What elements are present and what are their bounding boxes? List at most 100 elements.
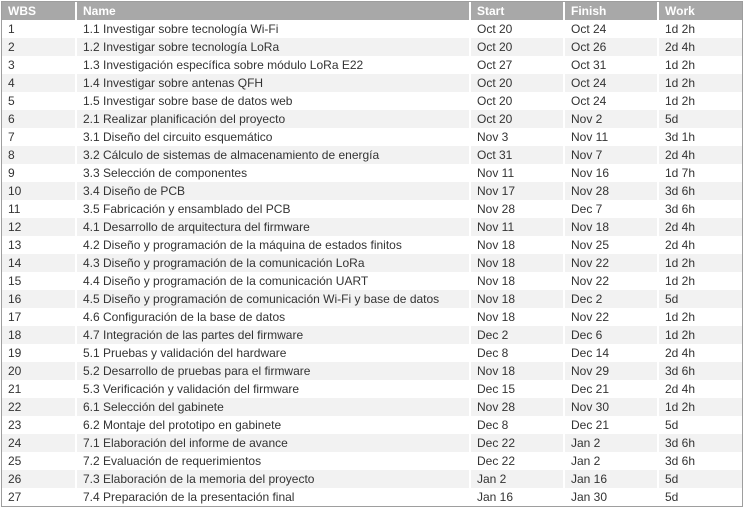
task-wbs-cell: 14 xyxy=(2,254,77,272)
table-row[interactable]: 4 1.4 Investigar sobre antenas QFH Oct 20 O… xyxy=(2,74,742,92)
task-name-cell: 4.3 Diseño y programación de la comunica… xyxy=(76,254,471,272)
table-row[interactable]: 16 4.5 Diseño y programación de comunicac… xyxy=(2,290,742,308)
task-name-cell: 7.2 Evaluación de requerimientos xyxy=(76,452,471,470)
task-start-cell: Nov 18 xyxy=(470,254,565,272)
column-header-start[interactable]: Start xyxy=(470,2,565,20)
table-row[interactable]: 6 2.1 Realizar planificación del proyecto… xyxy=(2,110,742,128)
task-name-cell: 1.1 Investigar sobre tecnología Wi-Fi xyxy=(76,20,471,38)
task-finish-cell: Oct 24 xyxy=(564,20,659,38)
table-row[interactable]: 18 4.7 Integración de las partes del firm… xyxy=(2,326,742,344)
table-row[interactable]: 10 3.4 Diseño de PCB Nov 17 Nov 28 3d 6h xyxy=(2,182,742,200)
task-table: WBS Name Start Finish Work 1 1.1 Investig… xyxy=(2,2,742,506)
task-work-cell: 3d 6h xyxy=(658,362,742,380)
task-name-cell: 1.4 Investigar sobre antenas QFH xyxy=(76,74,471,92)
table-row[interactable]: 11 3.5 Fabricación y ensamblado del PCB No… xyxy=(2,200,742,218)
task-wbs-cell: 11 xyxy=(2,200,77,218)
task-work-cell: 1d 2h xyxy=(658,92,742,110)
column-header-wbs[interactable]: WBS xyxy=(2,2,77,20)
task-start-cell: Nov 18 xyxy=(470,290,565,308)
table-row[interactable]: 17 4.6 Configuración de la base de datos N… xyxy=(2,308,742,326)
task-start-cell: Jan 2 xyxy=(470,470,565,488)
task-work-cell: 2d 4h xyxy=(658,38,742,56)
task-name-cell: 1.2 Investigar sobre tecnología LoRa xyxy=(76,38,471,56)
task-finish-cell: Dec 14 xyxy=(564,344,659,362)
task-wbs-cell: 9 xyxy=(2,164,77,182)
task-start-cell: Nov 18 xyxy=(470,308,565,326)
column-header-name[interactable]: Name xyxy=(76,2,471,20)
task-wbs-cell: 25 xyxy=(2,452,77,470)
column-header-finish[interactable]: Finish xyxy=(564,2,659,20)
task-wbs-cell: 26 xyxy=(2,470,77,488)
task-finish-cell: Dec 21 xyxy=(564,380,659,398)
task-wbs-cell: 12 xyxy=(2,218,77,236)
task-wbs-cell: 13 xyxy=(2,236,77,254)
task-name-cell: 3.5 Fabricación y ensamblado del PCB xyxy=(76,200,471,218)
task-wbs-cell: 22 xyxy=(2,398,77,416)
task-work-cell: 2d 4h xyxy=(658,236,742,254)
table-row[interactable]: 9 3.3 Selección de componentes Nov 11 Nov 1… xyxy=(2,164,742,182)
task-wbs-cell: 16 xyxy=(2,290,77,308)
task-name-cell: 6.2 Montaje del prototipo en gabinete xyxy=(76,416,471,434)
task-finish-cell: Dec 21 xyxy=(564,416,659,434)
task-name-cell: 4.4 Diseño y programación de la comunica… xyxy=(76,272,471,290)
task-finish-cell: Jan 2 xyxy=(564,452,659,470)
table-row[interactable]: 7 3.1 Diseño del circuito esquemático Nov … xyxy=(2,128,742,146)
table-row[interactable]: 27 7.4 Preparación de la presentación fin… xyxy=(2,488,742,506)
task-start-cell: Oct 20 xyxy=(470,20,565,38)
task-work-cell: 3d 6h xyxy=(658,434,742,452)
table-row[interactable]: 20 5.2 Desarrollo de pruebas para el firm… xyxy=(2,362,742,380)
table-row[interactable]: 8 3.2 Cálculo de sistemas de almacenamien… xyxy=(2,146,742,164)
task-finish-cell: Oct 26 xyxy=(564,38,659,56)
task-start-cell: Nov 17 xyxy=(470,182,565,200)
task-start-cell: Jan 16 xyxy=(470,488,565,506)
table-row[interactable]: 25 7.2 Evaluación de requerimientos Dec 22… xyxy=(2,452,742,470)
task-work-cell: 1d 2h xyxy=(658,272,742,290)
table-row[interactable]: 3 1.3 Investigación específica sobre módu… xyxy=(2,56,742,74)
task-work-cell: 2d 4h xyxy=(658,146,742,164)
task-start-cell: Oct 31 xyxy=(470,146,565,164)
task-finish-cell: Nov 18 xyxy=(564,218,659,236)
task-start-cell: Oct 20 xyxy=(470,74,565,92)
column-header-work[interactable]: Work xyxy=(658,2,742,20)
task-name-cell: 3.1 Diseño del circuito esquemático xyxy=(76,128,471,146)
table-row[interactable]: 21 5.3 Verificación y validación del firm… xyxy=(2,380,742,398)
task-wbs-cell: 20 xyxy=(2,362,77,380)
table-row[interactable]: 12 4.1 Desarrollo de arquitectura del fir… xyxy=(2,218,742,236)
task-work-cell: 3d 6h xyxy=(658,182,742,200)
table-row[interactable]: 19 5.1 Pruebas y validación del hardware D… xyxy=(2,344,742,362)
table-row[interactable]: 13 4.2 Diseño y programación de la máquin… xyxy=(2,236,742,254)
task-wbs-cell: 7 xyxy=(2,128,77,146)
table-row[interactable]: 22 6.1 Selección del gabinete Nov 28 Nov 30… xyxy=(2,398,742,416)
task-wbs-cell: 17 xyxy=(2,308,77,326)
task-finish-cell: Nov 16 xyxy=(564,164,659,182)
table-row[interactable]: 2 1.2 Investigar sobre tecnología LoRa Oct… xyxy=(2,38,742,56)
table-row[interactable]: 23 6.2 Montaje del prototipo en gabinete D… xyxy=(2,416,742,434)
task-start-cell: Nov 3 xyxy=(470,128,565,146)
task-wbs-cell: 8 xyxy=(2,146,77,164)
task-finish-cell: Nov 11 xyxy=(564,128,659,146)
task-finish-cell: Nov 29 xyxy=(564,362,659,380)
table-row[interactable]: 14 4.3 Diseño y programación de la comuni… xyxy=(2,254,742,272)
task-finish-cell: Jan 30 xyxy=(564,488,659,506)
task-work-cell: 1d 2h xyxy=(658,56,742,74)
task-wbs-cell: 27 xyxy=(2,488,77,506)
task-name-cell: 4.7 Integración de las partes del firmwa… xyxy=(76,326,471,344)
task-name-cell: 4.6 Configuración de la base de datos xyxy=(76,308,471,326)
task-finish-cell: Oct 24 xyxy=(564,74,659,92)
task-name-cell: 7.3 Elaboración de la memoria del proyec… xyxy=(76,470,471,488)
task-name-cell: 4.5 Diseño y programación de comunicació… xyxy=(76,290,471,308)
task-finish-cell: Dec 2 xyxy=(564,290,659,308)
task-name-cell: 4.1 Desarrollo de arquitectura del firmw… xyxy=(76,218,471,236)
table-row[interactable]: 26 7.3 Elaboración de la memoria del proy… xyxy=(2,470,742,488)
task-wbs-cell: 10 xyxy=(2,182,77,200)
table-row[interactable]: 24 7.1 Elaboración del informe de avance D… xyxy=(2,434,742,452)
table-row[interactable]: 15 4.4 Diseño y programación de la comuni… xyxy=(2,272,742,290)
task-wbs-cell: 3 xyxy=(2,56,77,74)
task-name-cell: 1.5 Investigar sobre base de datos web xyxy=(76,92,471,110)
table-row[interactable]: 5 1.5 Investigar sobre base de datos web O… xyxy=(2,92,742,110)
task-start-cell: Dec 15 xyxy=(470,380,565,398)
table-row[interactable]: 1 1.1 Investigar sobre tecnología Wi-Fi Oc… xyxy=(2,20,742,38)
task-work-cell: 5d xyxy=(658,290,742,308)
task-work-cell: 1d 2h xyxy=(658,326,742,344)
task-name-cell: 3.3 Selección de componentes xyxy=(76,164,471,182)
